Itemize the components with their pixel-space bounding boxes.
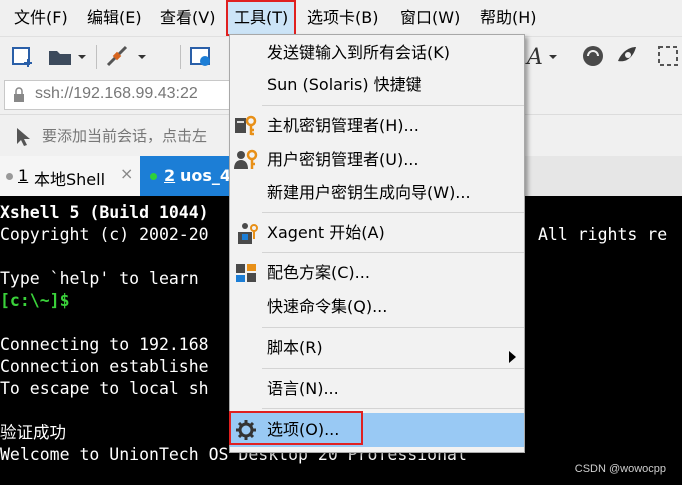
terminal-line: All rights re [538,225,668,244]
annotation-highlight-box [229,411,363,445]
tab-label: 本地Shell [34,170,106,189]
menu-item-color-scheme[interactable]: 配色方案(C)... [230,257,524,289]
menu-item-user-key-manager[interactable]: 用户密钥管理者(U)... [230,144,524,176]
menu-item-label: 语言(N)... [267,379,339,398]
tab-number: 1 [18,166,29,185]
font-icon[interactable]: A [525,43,563,70]
tools-menu: 发送键输入到所有会话(K) Sun (Solaris) 快捷键 主机密钥管理者(… [229,34,525,453]
terminal-line: Xshell 5 (Build 1044) [0,203,209,222]
svg-text:A: A [525,45,543,69]
fullscreen-icon[interactable] [656,43,682,69]
close-icon[interactable]: × [120,164,133,183]
menu-tabs[interactable]: 选项卡(B) [307,0,378,36]
menu-item-host-key-manager[interactable]: 主机密钥管理者(H)... [230,110,524,142]
address-text: ssh://192.168.99.43:22 [35,85,198,102]
tab-label: uos_4 [180,166,232,185]
menu-separator [262,105,524,106]
menu-item-new-key-wizard[interactable]: 新建用户密钥生成向导(W)... [230,177,524,209]
tab-local-shell[interactable]: 1 本地Shell × [0,156,140,196]
add-session-arrow-icon[interactable] [14,126,34,150]
properties-icon[interactable] [188,43,214,69]
host-key-icon [234,115,258,137]
color-scheme-icon [234,262,258,284]
menu-view[interactable]: 查看(V) [160,0,215,36]
menu-item-label: 脚本(R) [267,338,323,357]
terminal-prompt: [c:\~]$ [0,291,70,310]
address-field[interactable]: ssh://192.168.99.43:22 [4,80,230,110]
tab-number: 2 [164,166,176,185]
toolbar-divider [180,45,181,69]
menu-item-sun-shortcuts[interactable]: Sun (Solaris) 快捷键 [230,69,524,101]
terminal-line: Connection establishe [0,357,209,376]
menu-item-label: 新建用户密钥生成向导(W)... [267,183,471,202]
submenu-arrow-icon [508,342,518,374]
status-dot-icon [6,173,13,180]
menu-item-label: 主机密钥管理者(H)... [267,116,419,135]
menu-file[interactable]: 文件(F) [14,0,68,36]
menu-item-label: Sun (Solaris) 快捷键 [267,75,422,94]
terminal-line: Copyright (c) 2002-20 [0,225,209,244]
hint-text: 要添加当前会话，点击左 [42,127,208,145]
menu-edit[interactable]: 编辑(E) [87,0,142,36]
watermark: CSDN @wowocpp [574,463,666,475]
xftp-icon[interactable] [580,43,606,69]
menu-item-label: 用户密钥管理者(U)... [267,150,419,169]
toolbar-divider [96,45,97,69]
disconnect-icon[interactable] [104,43,130,69]
menu-item-label: Xagent 开始(A) [267,223,385,242]
dropdown-arrow-icon[interactable] [134,43,150,69]
menu-item-xagent-start[interactable]: Xagent 开始(A) [230,217,524,249]
menu-separator [262,408,524,409]
user-key-icon [234,149,258,171]
xmanager-icon[interactable] [614,43,640,69]
terminal-line: 验证成功 [0,423,66,442]
menu-separator [262,252,524,253]
new-session-icon[interactable] [10,43,36,69]
menu-window[interactable]: 窗口(W) [400,0,460,36]
lock-icon [13,87,25,107]
menu-help[interactable]: 帮助(H) [480,0,537,36]
terminal-line: To escape to local sh [0,379,209,398]
menu-tools[interactable]: 工具(T) [226,0,297,36]
menu-separator [262,327,524,328]
open-folder-icon[interactable] [46,43,88,69]
terminal-line: Type `help' to learn [0,269,199,288]
menu-item-label: 配色方案(C)... [267,263,370,282]
menu-item-send-key-all[interactable]: 发送键输入到所有会话(K) [230,37,524,69]
menu-item-language[interactable]: 语言(N)... [230,373,524,405]
menu-separator [262,368,524,369]
xagent-icon [234,222,258,244]
menu-item-quick-commands[interactable]: 快速命令集(Q)... [230,291,524,323]
menu-item-label: 快速命令集(Q)... [267,297,388,316]
menu-bar: 文件(F) 编辑(E) 查看(V) 工具(T) 选项卡(B) 窗口(W) 帮助(… [0,0,682,36]
tab-uos[interactable]: 2 uos_4 [140,156,240,196]
terminal-line: Connecting to 192.168 [0,335,209,354]
menu-separator [262,212,524,213]
status-dot-icon [150,173,157,180]
menu-item-script[interactable]: 脚本(R) [230,332,524,364]
menu-item-label: 发送键输入到所有会话(K) [267,43,450,62]
